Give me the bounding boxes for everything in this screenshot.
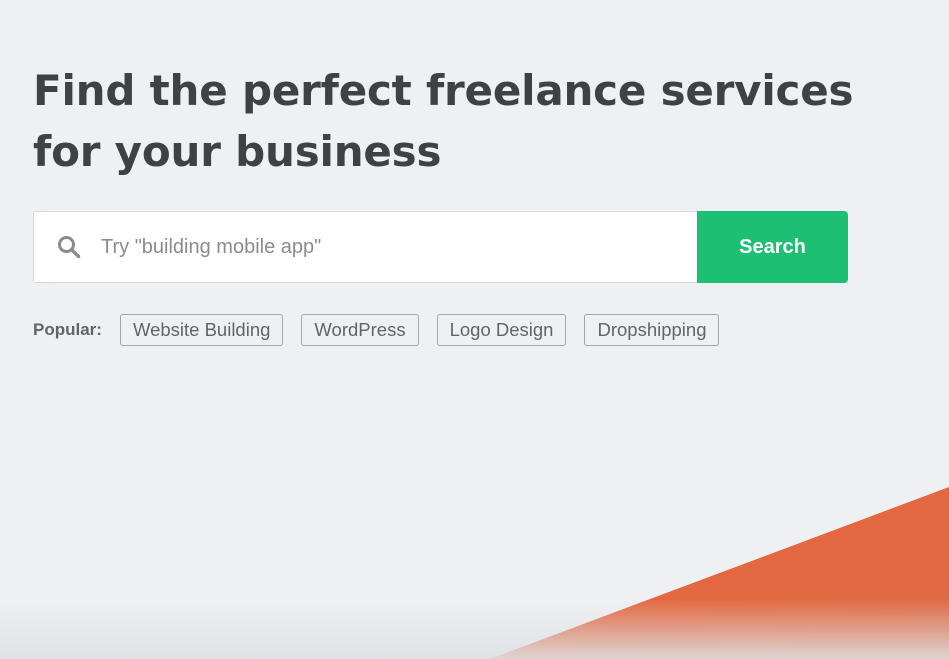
popular-searches: Popular: Website Building WordPress Logo… — [33, 313, 720, 347]
hero-title-line-2: for your business — [33, 127, 442, 176]
popular-tag-dropshipping[interactable]: Dropshipping — [584, 314, 720, 346]
popular-tag-wordpress[interactable]: WordPress — [301, 314, 419, 346]
bottom-fade — [0, 599, 949, 659]
hero-title: Find the perfect freelance services for … — [33, 60, 893, 182]
hero-title-line-1: Find the perfect freelance services — [33, 66, 854, 115]
popular-label: Popular: — [33, 320, 102, 339]
popular-tag-website-building[interactable]: Website Building — [119, 314, 284, 346]
popular-tag-logo-design[interactable]: Logo Design — [436, 314, 567, 346]
search-icon — [57, 235, 81, 259]
search-button[interactable]: Search — [697, 211, 848, 283]
search-bar: Search — [33, 211, 848, 283]
popular-tags: Website Building WordPress Logo Design D… — [119, 314, 720, 346]
search-input[interactable] — [101, 235, 661, 259]
search-field[interactable] — [33, 211, 697, 283]
